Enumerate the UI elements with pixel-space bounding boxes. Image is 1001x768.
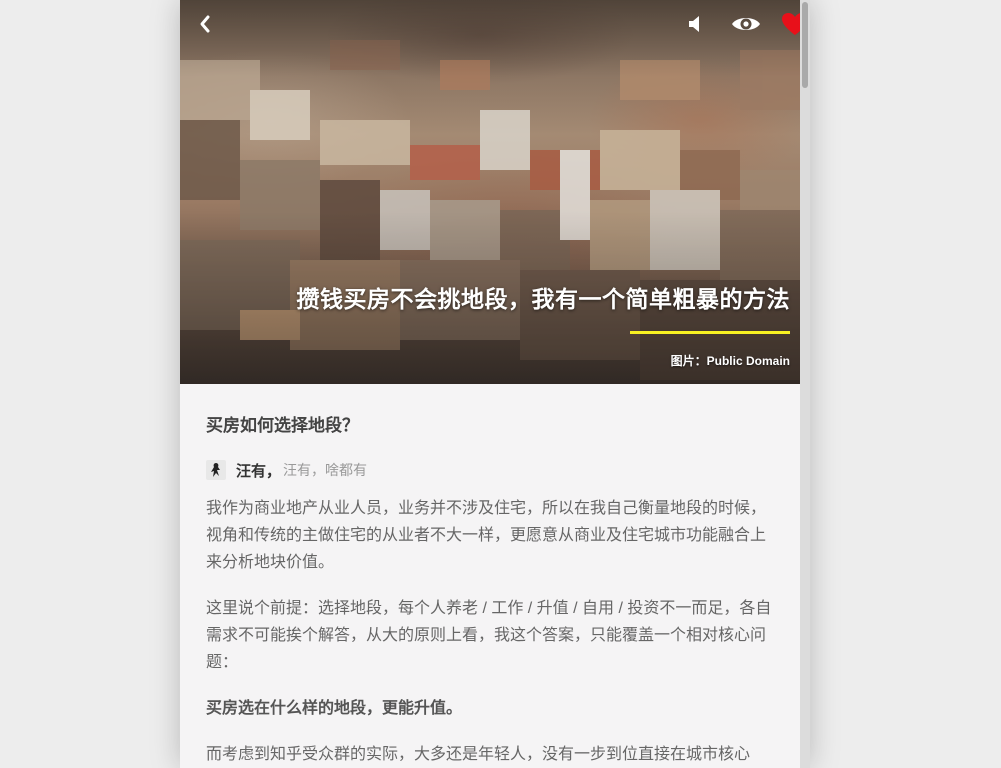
view-button[interactable]: [730, 10, 762, 38]
paragraph: 而考虑到知乎受众群的实际，大多还是年轻人，没有一步到位直接在城市核心: [206, 746, 751, 763]
avatar-figure-icon: [211, 463, 220, 477]
hero-image: 攒钱买房不会挑地段，我有一个简单粗暴的方法 图片：Public Domain: [180, 0, 810, 384]
author-info[interactable]: 汪有， 汪有，啥都有: [206, 459, 776, 481]
article-view: 攒钱买房不会挑地段，我有一个简单粗暴的方法 图片：Public Domain 买…: [180, 0, 810, 768]
back-icon: [200, 15, 210, 33]
title-underline: [630, 331, 790, 334]
author-name[interactable]: 汪有，: [236, 460, 281, 481]
eye-icon: [732, 18, 760, 30]
article-body: 买房如何选择地段？ 汪有， 汪有，啥都有 我作为商业地产从业人员，业务并不涉及住…: [206, 384, 776, 768]
volume-icon: [689, 16, 699, 32]
paragraph: 我作为商业地产从业人员，业务并不涉及住宅，所以在我自己衡量地段的时候，视角和传统…: [206, 500, 767, 571]
article-title: 攒钱买房不会挑地段，我有一个简单粗暴的方法: [296, 286, 790, 312]
paragraph: 这里说个前提：选择地段，每个人养老 / 工作 / 升值 / 自用 / 投资不一而…: [206, 600, 772, 671]
image-credit: 图片：Public Domain: [670, 354, 790, 368]
bold-statement: 买房选在什么样的地段，更能升值。: [206, 700, 463, 717]
back-button[interactable]: [194, 10, 216, 38]
sound-button[interactable]: [684, 10, 706, 38]
scrollbar-thumb[interactable]: [802, 2, 808, 88]
scrollbar[interactable]: [800, 0, 810, 768]
avatar[interactable]: [206, 460, 226, 480]
author-bio: 汪有，啥都有: [283, 462, 368, 478]
question-title: 买房如何选择地段？: [206, 416, 359, 435]
